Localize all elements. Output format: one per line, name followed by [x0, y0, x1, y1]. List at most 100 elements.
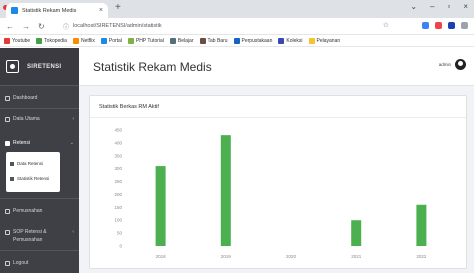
bookmark-item[interactable]: Koleksi [278, 37, 303, 44]
url-text: localhost/SIRETENSI/admin/statistik [73, 23, 162, 29]
forward-icon[interactable]: → [22, 22, 30, 31]
bookmark-label: Portal [108, 37, 122, 44]
submenu-item-label: Data Retensi [17, 161, 44, 166]
chevron-left-icon: ‹ [72, 116, 74, 122]
tab-title: Statistik Rekam Medis [22, 7, 77, 14]
extension-icon[interactable] [422, 22, 429, 29]
sidebar-item-pemusnahan[interactable]: Pemusnahan [0, 204, 79, 218]
bookmark-item[interactable]: Tokopedia [36, 37, 67, 44]
bookmark-label: Perpustakaan [241, 37, 273, 44]
bookmark-item[interactable]: Tab Baru [199, 37, 228, 44]
main-content: Statistik Rekam Medis admin Statistik Be… [79, 48, 474, 273]
bookmark-item[interactable]: Youtube [4, 37, 31, 44]
tab-close-icon[interactable]: × [99, 7, 103, 14]
bookmark-favicon-icon [308, 37, 315, 44]
back-icon[interactable]: ← [6, 22, 14, 31]
trash-icon [5, 208, 10, 214]
bookmark-label: PHP Tutorial [135, 37, 164, 44]
sidebar-item-label: SOP Retensi & [13, 229, 47, 235]
bar-2019[interactable] [220, 135, 231, 246]
bookmark-item[interactable]: Portal [100, 37, 122, 44]
chart-icon [10, 176, 14, 181]
divider [0, 108, 79, 109]
chart-area: 0 50 100 150 200 250 300 350 400 450 2018 2019 2020 2… [90, 118, 466, 268]
sidebar-item-label: Logout [13, 260, 29, 266]
y-tick-label: 150 [114, 205, 122, 210]
sidebar-item-label: Dashboard [13, 95, 38, 101]
profile-icon[interactable] [461, 22, 468, 29]
bookmark-favicon-icon [169, 37, 176, 44]
bookmark-item[interactable]: Pelayanan [308, 37, 341, 44]
bookmark-favicon-icon [4, 37, 10, 44]
card-title: Statistik Berkas RM Aktif [90, 96, 466, 118]
sidebar-item-label: Pemusnahan [13, 237, 43, 243]
y-tick-label: 350 [114, 153, 122, 158]
bar-2022[interactable] [416, 204, 427, 246]
bookmark-label: Pelayanan [316, 37, 341, 44]
bookmark-label: Netflix [80, 37, 95, 44]
bookmark-favicon-icon [100, 37, 107, 44]
bookmark-favicon-icon [199, 37, 206, 44]
submenu-item-statistik-retensi[interactable]: Statistik Retensi [10, 176, 49, 181]
bar-chart: 0 50 100 150 200 250 300 350 400 450 2018 2019 2020 2… [114, 128, 427, 260]
site-info-icon[interactable]: ⓘ [63, 22, 69, 31]
tab-favicon-icon [11, 7, 18, 14]
x-tick-label: 2018 [156, 254, 167, 259]
maximize-icon[interactable]: ▫ [447, 2, 450, 11]
y-tick-label: 300 [114, 166, 122, 171]
extension-icon[interactable] [448, 22, 455, 29]
bookmarks-bar: Youtube Tokopedia Netflix Portal PHP Tutoria… [0, 35, 474, 47]
bookmark-label: Youtube [12, 37, 31, 44]
page-title: Statistik Rekam Medis [93, 59, 212, 74]
minimize-icon[interactable]: – [430, 2, 434, 11]
brand[interactable]: SIRETENSI [0, 48, 79, 86]
x-tick-label: 2019 [221, 254, 232, 259]
bar-2021[interactable] [351, 220, 362, 246]
reload-icon[interactable]: ↻ [38, 22, 45, 31]
dashboard-icon [5, 95, 10, 101]
bookmark-item[interactable]: Netflix [72, 37, 95, 44]
sidebar-item-data-utama[interactable]: Data Utama ‹ [0, 112, 79, 126]
sidebar-item-sop[interactable]: SOP Retensi & ‹ [0, 228, 79, 236]
extension-icon[interactable] [435, 22, 442, 29]
bookmark-favicon-icon [72, 37, 79, 44]
sidebar-item-dashboard[interactable]: Dashboard [0, 91, 79, 105]
bar-2018[interactable] [155, 166, 166, 246]
retensi-submenu: Data Retensi Statistik Retensi [6, 152, 60, 192]
avatar [455, 59, 466, 70]
document-icon [5, 229, 10, 235]
new-tab-icon[interactable]: + [115, 2, 121, 13]
sidebar-item-sop-line2[interactable]: Pemusnahan [0, 236, 79, 244]
bookmark-star-icon[interactable]: ☆ [383, 21, 389, 29]
y-tick-label: 100 [114, 218, 122, 223]
top-navbar: Statistik Rekam Medis admin [79, 48, 474, 86]
tab-search-icon[interactable]: ⌄ [410, 2, 417, 11]
close-window-icon[interactable]: × [463, 2, 468, 11]
bookmark-item[interactable]: Perpustakaan [233, 37, 273, 44]
bookmark-favicon-icon [36, 37, 43, 44]
divider [0, 198, 79, 199]
chevron-down-icon: ⌄ [69, 140, 74, 146]
chart-card: Statistik Berkas RM Aktif 0 50 100 150 200 25… [89, 95, 467, 269]
bookmark-label: Belajar [177, 37, 194, 44]
browser-tab[interactable]: Statistik Rekam Medis × [6, 3, 108, 18]
sidebar-item-label: Retensi [13, 140, 30, 146]
bookmark-label: Koleksi [286, 37, 303, 44]
sidebar: SIRETENSI Dashboard Data Utama ‹ Retensi… [0, 48, 79, 273]
bookmark-item[interactable]: Belajar [169, 37, 194, 44]
bookmark-favicon-icon [127, 37, 134, 44]
sidebar-item-retensi[interactable]: Retensi ⌄ [0, 136, 79, 150]
sidebar-item-label: Pemusnahan [13, 208, 43, 214]
address-bar[interactable]: ⓘ localhost/SIRETENSI/admin/statistik ☆ [63, 20, 393, 32]
file-icon [10, 161, 14, 166]
submenu-item-data-retensi[interactable]: Data Retensi [10, 161, 43, 166]
bookmark-favicon-icon [278, 37, 285, 44]
bookmark-favicon-icon [233, 37, 240, 44]
database-icon [5, 116, 10, 122]
extensions-bar [422, 22, 468, 29]
brand-logo-icon [6, 60, 19, 73]
sidebar-item-logout[interactable]: Logout [0, 256, 79, 270]
bookmark-item[interactable]: PHP Tutorial [127, 37, 164, 44]
user-menu[interactable]: admin [439, 59, 466, 70]
y-tick-label: 450 [114, 128, 122, 133]
